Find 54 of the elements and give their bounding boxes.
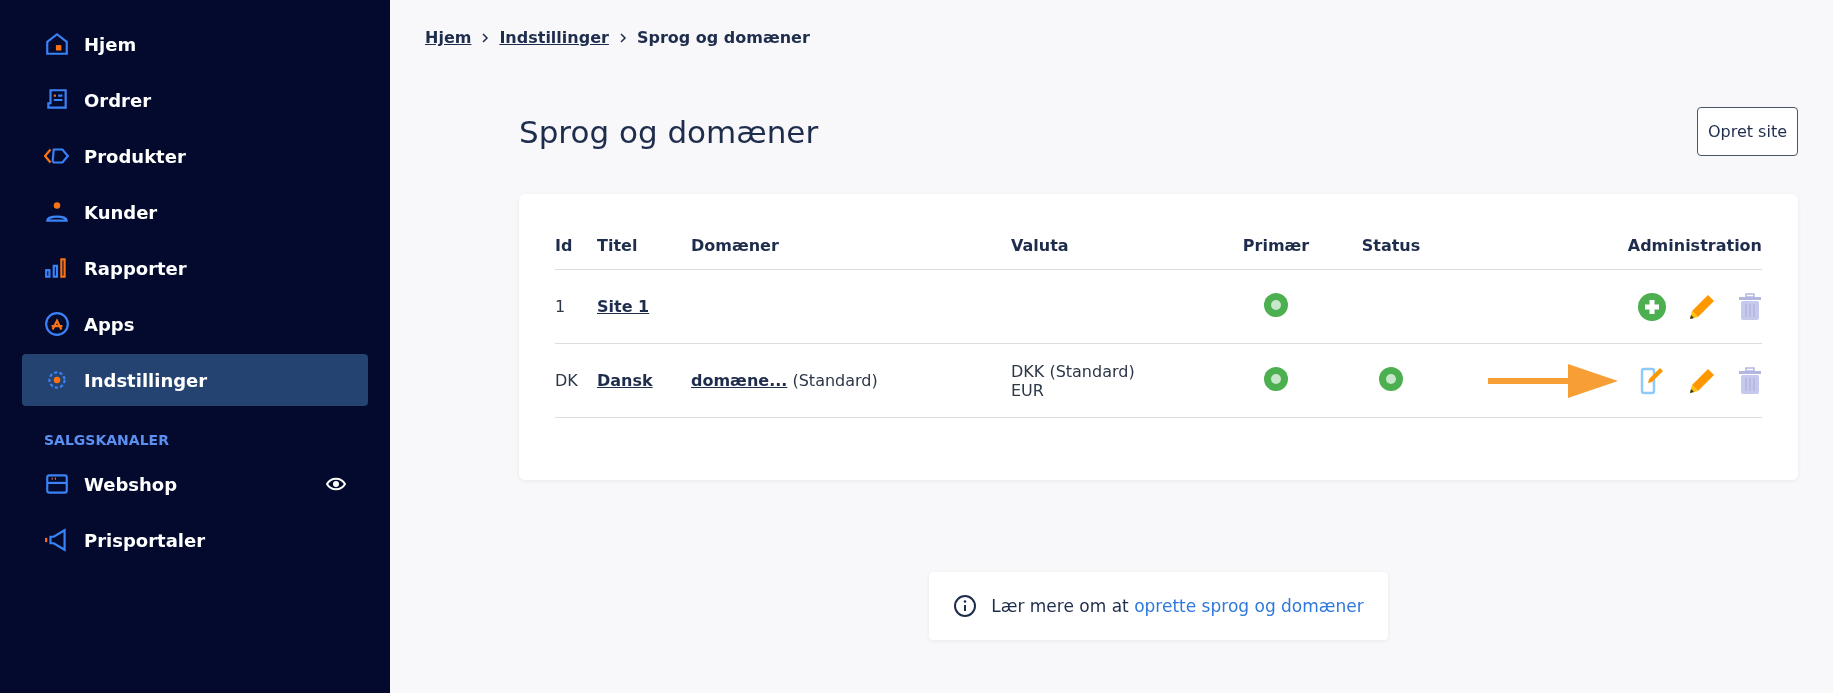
edit-button[interactable] (1688, 366, 1716, 395)
sidebar-item[interactable]: Hjem (22, 18, 368, 70)
store-icon (44, 471, 70, 497)
apps-icon (44, 311, 70, 337)
id-text: 1 (555, 297, 566, 316)
edit-button[interactable] (1688, 292, 1716, 321)
domain-note: (Standard) (791, 371, 878, 390)
column-header: Id (555, 222, 597, 270)
sidebar-item[interactable]: Produkter (22, 130, 368, 182)
page-title: Sprog og domæner (519, 113, 819, 150)
sidebar-item[interactable]: Rapporter (22, 242, 368, 294)
sidebar-item[interactable]: Prisportaler (22, 514, 368, 566)
page-pencil-icon (1640, 365, 1666, 396)
help-text: Lær mere om at oprette sprog og domæner (991, 596, 1364, 616)
pencil-icon (1688, 366, 1716, 395)
currency-text: EUR (1011, 380, 1045, 400)
column-header: Valuta (1011, 222, 1211, 270)
edit-page-button[interactable] (1640, 365, 1666, 396)
chevron-icon (618, 31, 627, 44)
id-text: DK (555, 371, 578, 390)
currency-text: DKK (Standard) (1011, 361, 1136, 381)
eye-icon[interactable] (326, 477, 346, 491)
help-link[interactable]: oprette sprog og domæner (1134, 596, 1364, 616)
sidebar-item[interactable]: Kunder (22, 186, 368, 238)
channel-label: Webshop (84, 473, 179, 495)
house-icon (44, 31, 70, 57)
delete-button[interactable] (1738, 366, 1762, 395)
trash-icon (1738, 366, 1762, 395)
sidebar-item[interactable]: Webshop (22, 458, 368, 510)
domain-link[interactable]: domæne... (691, 371, 788, 390)
sidebar-item[interactable]: Ordrer (22, 74, 368, 126)
info-icon (953, 594, 978, 618)
add-button[interactable] (1638, 292, 1666, 321)
channel-label: Prisportaler (84, 529, 207, 551)
section-title: SALGSKANALER (43, 431, 170, 450)
title-link[interactable]: Site 1 (597, 297, 650, 316)
breadcrumb-link[interactable]: Hjem (425, 28, 472, 47)
plus-circle-icon (1638, 292, 1666, 321)
create-site-button[interactable]: Opret site (1696, 107, 1798, 156)
column-header: Titel (597, 222, 691, 270)
chevron-icon (481, 31, 490, 44)
column-header: Primær (1211, 222, 1341, 270)
title-link[interactable]: Dansk (597, 371, 653, 390)
delete-button[interactable] (1738, 292, 1762, 321)
breadcrumb-current: Sprog og domæner (636, 28, 810, 47)
trash-icon (1738, 292, 1762, 321)
person-icon (44, 199, 70, 225)
sidebar-item[interactable]: Apps (22, 298, 368, 350)
breadcrumb-link[interactable]: Indstillinger (499, 28, 609, 47)
pencil-icon (1688, 292, 1716, 321)
sidebar-item[interactable]: Indstillinger (22, 354, 368, 406)
column-header: Status (1341, 222, 1441, 270)
column-header: Domæner (691, 222, 1011, 270)
column-header: Administration (1441, 222, 1762, 270)
